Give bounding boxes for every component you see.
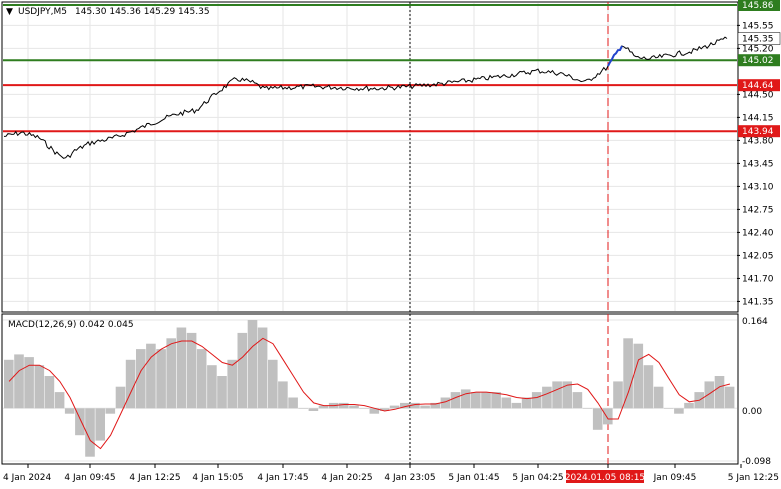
macd-axis-zero-label: 0.00 bbox=[742, 407, 762, 417]
macd-histogram-bar bbox=[714, 376, 725, 409]
macd-histogram-bar bbox=[521, 397, 532, 409]
macd-histogram-bar bbox=[704, 381, 715, 409]
macd-histogram-bar bbox=[643, 365, 654, 409]
time-axis-label: 4 Jan 15:05 bbox=[192, 473, 243, 483]
macd-histogram-bar bbox=[268, 359, 278, 409]
macd-histogram-bar bbox=[308, 408, 319, 411]
macd-histogram-bar bbox=[288, 397, 298, 409]
time-axis-label: 5 Jan 01:45 bbox=[448, 473, 499, 483]
macd-histogram-bar bbox=[389, 405, 400, 409]
macd-histogram-bar bbox=[44, 376, 55, 409]
macd-histogram-bar bbox=[339, 402, 349, 409]
level-144-64-tag-label: 144.64 bbox=[742, 81, 774, 91]
macd-histogram-bar bbox=[95, 408, 105, 441]
macd-histogram-bar bbox=[176, 327, 187, 409]
ohlc-readout: 145.30 145.36 145.29 145.35 bbox=[75, 7, 210, 17]
macd-histogram-bar bbox=[460, 389, 471, 409]
macd-axis: 0.164 0.00 -0.098 bbox=[742, 317, 771, 467]
macd-histogram-bar bbox=[420, 405, 430, 409]
macd-histogram-bar bbox=[623, 338, 633, 409]
macd-histogram-bar bbox=[491, 392, 501, 409]
macd-histogram-bar bbox=[684, 402, 694, 409]
macd-histogram-bar bbox=[196, 349, 207, 409]
price-axis-tick-label: 145.20 bbox=[742, 44, 774, 54]
price-axis-tick-label: 141.35 bbox=[742, 297, 774, 307]
current-price-label: 145.35 bbox=[742, 35, 774, 45]
time-axis-label: 5 Jan 04:25 bbox=[512, 473, 563, 483]
macd-histogram-bar bbox=[4, 359, 14, 409]
macd-histogram-bar bbox=[146, 343, 156, 409]
macd-histogram-bar bbox=[278, 381, 288, 409]
macd-histogram-bar bbox=[613, 381, 623, 409]
macd-histogram-bar bbox=[349, 405, 359, 409]
price-axis-tick-label: 145.55 bbox=[742, 21, 774, 31]
time-axis-label: 4 Jan 20:25 bbox=[321, 473, 372, 483]
price-axis-tick-label: 143.80 bbox=[742, 136, 774, 146]
macd-histogram-bar bbox=[54, 392, 65, 409]
macd-histogram-bar bbox=[207, 365, 217, 409]
macd-histogram-bar bbox=[633, 343, 644, 409]
macd-histogram-bar bbox=[674, 408, 684, 414]
price-axis-tick-label: 142.05 bbox=[742, 251, 774, 261]
macd-histogram-bar bbox=[64, 408, 75, 414]
level-145-86-tag-label: 145.86 bbox=[742, 1, 774, 11]
macd-histogram-bar bbox=[511, 402, 522, 409]
macd-histogram-bar bbox=[481, 392, 491, 409]
level-145-02-tag-label: 145.02 bbox=[742, 56, 774, 66]
time-axis-label: 5 Jan 12:25 bbox=[728, 473, 779, 483]
macd-histogram-bar bbox=[298, 408, 308, 409]
macd-histogram-bar bbox=[501, 397, 512, 409]
macd-histogram-bar bbox=[186, 332, 197, 409]
macd-histogram-bar bbox=[572, 392, 583, 409]
time-axis-label: 4 Jan 09:45 bbox=[64, 473, 115, 483]
macd-histogram-bar bbox=[450, 392, 461, 409]
macd-histogram-bar bbox=[237, 332, 248, 409]
macd-histogram-bar bbox=[603, 408, 613, 425]
macd-histogram-bar bbox=[34, 365, 45, 409]
macd-axis-top-label: 0.164 bbox=[742, 317, 768, 327]
macd-histogram-bar bbox=[14, 354, 24, 409]
price-axis-tick-label: 142.75 bbox=[742, 205, 774, 215]
price-axis-tick-label: 144.50 bbox=[742, 90, 774, 100]
price-axis-tick-label: 143.10 bbox=[742, 182, 774, 192]
price-axis-tick-label: 144.15 bbox=[742, 113, 774, 123]
chart-canvas[interactable]: ▼ USDJPY,M5 145.30 145.36 145.29 145.35 … bbox=[0, 0, 781, 489]
time-axis-label: Jan 09:45 bbox=[653, 473, 697, 483]
macd-histogram-bar bbox=[166, 338, 176, 409]
symbol-label: USDJPY,M5 bbox=[18, 7, 67, 17]
macd-histogram-bar bbox=[115, 386, 126, 409]
macd-histogram-bar bbox=[217, 376, 227, 409]
macd-histogram-bar bbox=[653, 386, 664, 409]
macd-histogram-bar bbox=[247, 320, 258, 409]
macd-histogram-bar bbox=[724, 386, 735, 409]
time-axis-label: 4 Jan 12:25 bbox=[129, 473, 180, 483]
macd-histogram-bar bbox=[471, 392, 481, 409]
time-axis-label: 4 Jan 2024 bbox=[3, 473, 51, 483]
macd-histogram-bar bbox=[663, 408, 674, 409]
macd-histogram-bar bbox=[542, 386, 552, 409]
macd-histogram-bar bbox=[105, 408, 116, 414]
collapse-arrow-icon[interactable]: ▼ bbox=[6, 7, 13, 17]
time-axis[interactable]: 4 Jan 2024 4 Jan 09:45 4 Jan 12:25 4 Jan 15… bbox=[3, 464, 779, 483]
price-axis-tick-label: 142.40 bbox=[742, 228, 774, 238]
macd-histogram-bar bbox=[531, 392, 542, 409]
macd-histogram-bar bbox=[552, 381, 562, 409]
price-axis-tick-label: 143.45 bbox=[742, 159, 774, 169]
level-143-94-tag-label: 143.94 bbox=[742, 127, 774, 137]
macd-histogram-bar bbox=[592, 408, 603, 430]
macd-title: MACD(12,26,9) 0.042 0.045 bbox=[8, 320, 134, 330]
time-axis-label: 4 Jan 17:45 bbox=[257, 473, 308, 483]
macd-axis-bottom-label: -0.098 bbox=[742, 457, 771, 467]
macd-histogram-bar bbox=[156, 349, 166, 409]
macd-histogram-bar bbox=[582, 408, 593, 409]
time-axis-label: 4 Jan 23:05 bbox=[384, 473, 435, 483]
time-axis-label: 2024.01.05 08:15 bbox=[565, 473, 645, 483]
price-axis-tick-label: 141.70 bbox=[742, 274, 774, 284]
macd-histogram-bar bbox=[227, 359, 237, 409]
macd-histogram-bar bbox=[359, 408, 369, 409]
